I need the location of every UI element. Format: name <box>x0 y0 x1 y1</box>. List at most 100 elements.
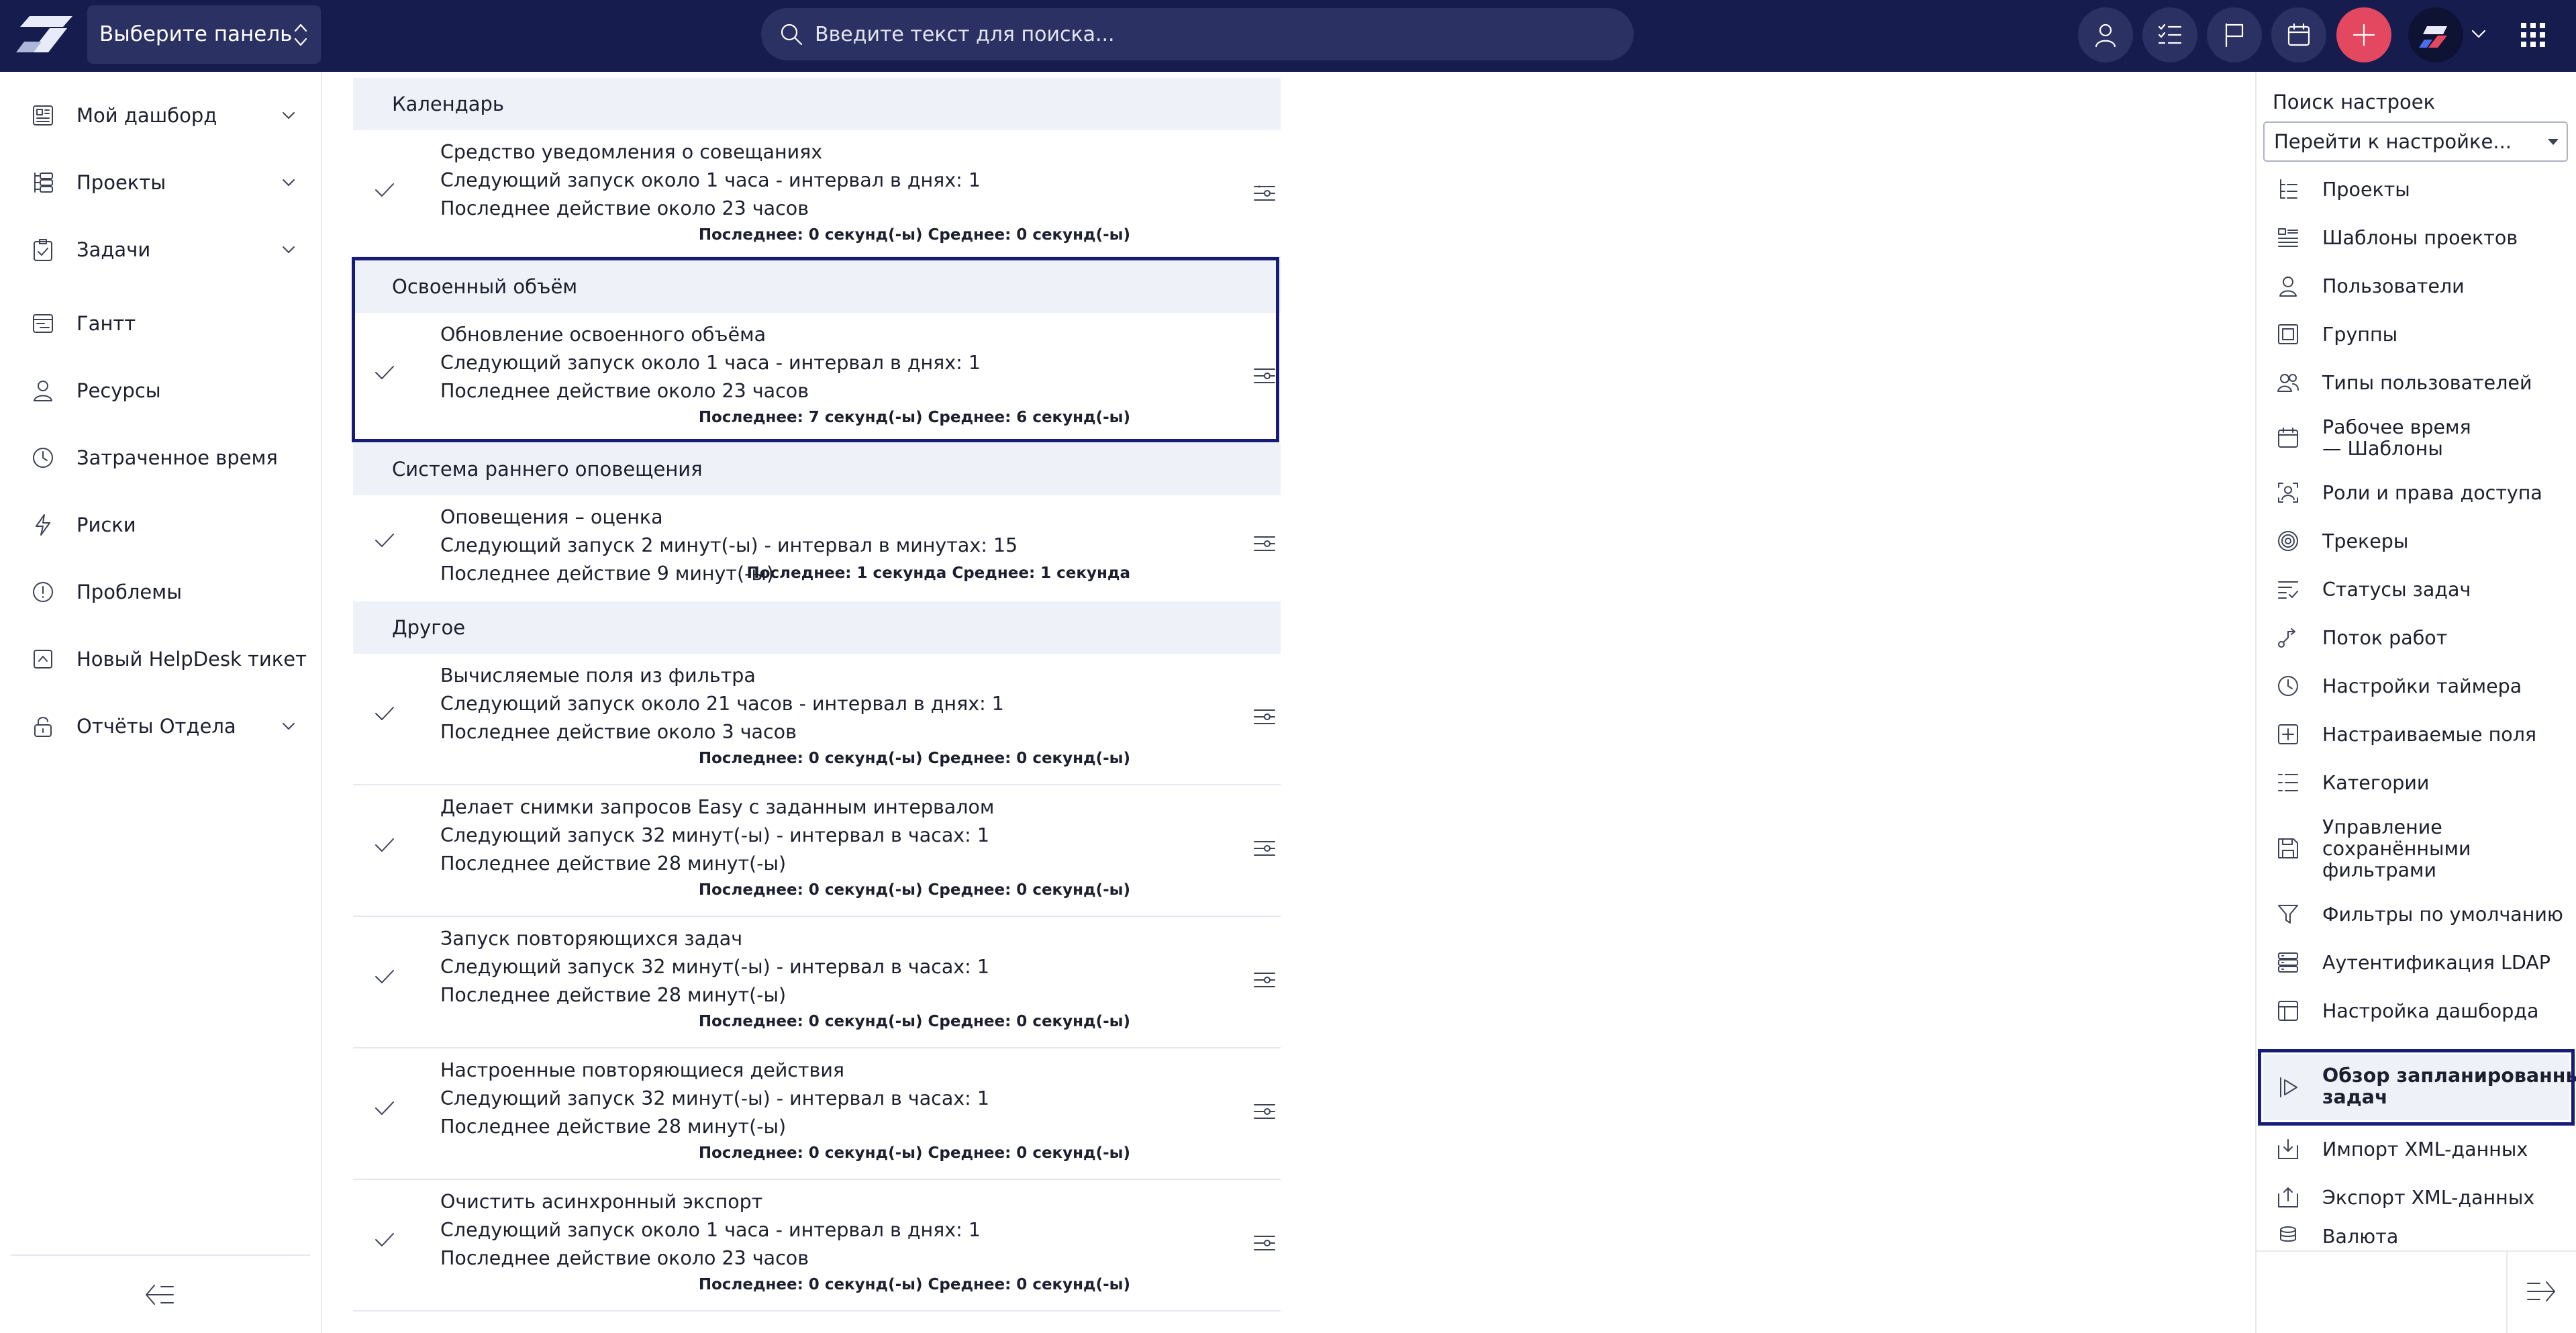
settings-item-ldap[interactable]: Аутентификация LDAP <box>2263 939 2569 987</box>
chevron-down-icon[interactable] <box>2470 27 2487 42</box>
section-title: Другое <box>392 616 466 639</box>
import-icon <box>2278 1139 2298 1159</box>
job-stats: Последнее: 0 секунд(-ы) Среднее: 0 секун… <box>698 1144 1130 1162</box>
top-bar: Выберите панель <box>0 0 2576 72</box>
settings-item-saved-filters[interactable]: Управление сохранёнными фильтрами <box>2263 807 2569 891</box>
settings-item-xml-export[interactable]: Экспорт XML-данных <box>2263 1174 2569 1222</box>
settings-sliders-icon[interactable] <box>1252 181 1277 205</box>
settings-sliders-icon[interactable] <box>1252 836 1277 860</box>
job-stats: Последнее: 0 секунд(-ы) Среднее: 0 секун… <box>698 1013 1130 1030</box>
job-row: Настроенные повторяющиеся действия Следу… <box>353 1048 1281 1180</box>
app-logo[interactable] <box>15 15 74 55</box>
settings-sliders-icon[interactable] <box>1252 705 1277 729</box>
collapse-sidebar-icon[interactable] <box>142 1280 177 1310</box>
settings-item-currency[interactable]: Валюта <box>2263 1222 2569 1250</box>
calendar-button[interactable] <box>2271 7 2326 62</box>
settings-sliders-icon[interactable] <box>1252 1231 1277 1255</box>
settings-item-label: Импорт XML-данных <box>2322 1138 2528 1161</box>
lock-icon <box>34 717 52 737</box>
job-next-run: Следующий запуск около 21 часов - интерв… <box>440 693 1004 715</box>
settings-item-groups[interactable]: Группы <box>2263 311 2569 359</box>
job-stats: Последнее: 0 секунд(-ы) Среднее: 0 секун… <box>698 1276 1130 1293</box>
settings-item-default-filters[interactable]: Фильтры по умолчанию <box>2263 891 2569 939</box>
user-button[interactable] <box>2078 7 2133 62</box>
settings-item-projects[interactable]: Проекты <box>2263 166 2569 214</box>
checklist-icon <box>2158 23 2182 44</box>
job-stats: Последнее: 0 секунд(-ы) Среднее: 0 секун… <box>698 881 1130 899</box>
filter-icon <box>2278 905 2298 924</box>
settings-item-dashboard-settings[interactable]: Настройка дашборда <box>2263 987 2569 1036</box>
target-icon <box>2278 531 2298 551</box>
create-button[interactable] <box>2336 7 2391 62</box>
check-icon <box>375 970 394 983</box>
settings-item-task-statuses[interactable]: Статусы задач <box>2263 566 2569 614</box>
section-header-calendar: Календарь <box>353 78 1281 130</box>
dashboard-layout-icon <box>2278 1001 2298 1021</box>
settings-item-label: Проекты <box>2322 179 2410 201</box>
settings-item-user-types[interactable]: Типы пользователей <box>2263 359 2569 407</box>
sidebar-item-department-reports[interactable]: Отчёты Отдела <box>0 696 321 756</box>
settings-search-title: Поиск настроек <box>2273 91 2436 113</box>
settings-item-label: Категории <box>2322 772 2430 794</box>
sidebar-item-risks[interactable]: Риски <box>0 495 321 555</box>
job-row: Оповещения – оценка Следующий запуск 2 м… <box>353 495 1281 603</box>
tasks-button[interactable] <box>2142 7 2197 62</box>
collapse-panel-icon[interactable] <box>2524 1277 2559 1306</box>
sidebar-item-dashboard[interactable]: Мой дашборд <box>0 85 321 146</box>
job-last-run: Последнее действие около 23 часов <box>440 197 809 219</box>
job-stats: Последнее: 0 секунд(-ы) Среднее: 0 секун… <box>698 750 1130 767</box>
job-name: Очистить асинхронный экспорт <box>440 1191 763 1213</box>
settings-sliders-icon[interactable] <box>1252 1099 1277 1124</box>
settings-item-label: Шаблоны проектов <box>2322 227 2518 249</box>
sidebar-item-projects[interactable]: Проекты <box>0 152 321 213</box>
global-search[interactable] <box>761 8 1634 60</box>
sidebar-item-problems[interactable]: Проблемы <box>0 562 321 622</box>
search-input[interactable] <box>815 8 1607 60</box>
settings-item-label-line2: сохранёнными <box>2322 838 2471 860</box>
settings-item-roles[interactable]: Роли и права доступа <box>2263 469 2569 517</box>
workflow-icon <box>2278 628 2295 648</box>
settings-item-work-time-templates[interactable]: Рабочее время — Шаблоны <box>2263 407 2569 469</box>
settings-item-label: Рабочее время <box>2322 416 2471 438</box>
dropdown-caret-icon <box>2548 139 2559 145</box>
job-name: Средство уведомления о совещаниях <box>440 141 823 163</box>
chevron-down-icon[interactable] <box>281 107 297 124</box>
job-next-run: Следующий запуск около 1 часа - интервал… <box>440 169 981 191</box>
chevron-down-icon[interactable] <box>281 175 297 191</box>
dashboard-select[interactable]: Выберите панель <box>87 5 321 64</box>
updown-chevron-icon <box>294 23 307 46</box>
projects-tree-icon <box>2280 179 2297 199</box>
settings-item-users[interactable]: Пользователи <box>2263 262 2569 311</box>
templates-icon <box>2278 228 2298 247</box>
settings-item-trackers[interactable]: Трекеры <box>2263 517 2569 566</box>
chevron-down-icon[interactable] <box>281 718 297 734</box>
sidebar-item-helpdesk[interactable]: Новый HelpDesk тикет <box>0 629 321 689</box>
settings-item-custom-fields[interactable]: Настраиваемые поля <box>2263 711 2569 759</box>
job-row: Вычисляемые поля из фильтра Следующий за… <box>353 654 1281 785</box>
sidebar-item-label: Гантт <box>77 312 136 335</box>
lightning-icon <box>36 514 50 536</box>
sidebar-item-label: Мой дашборд <box>77 104 217 127</box>
settings-item-xml-import[interactable]: Импорт XML-данных <box>2263 1126 2569 1174</box>
settings-sliders-icon[interactable] <box>1252 532 1277 556</box>
section-header-early-warning: Система раннего оповещения <box>353 443 1281 495</box>
user-icon <box>34 381 52 401</box>
settings-item-workflow[interactable]: Поток работ <box>2263 614 2569 662</box>
job-last-run: Последнее действие 28 минут(-ы) <box>440 852 787 875</box>
highlight-frame <box>352 257 1279 442</box>
avatar[interactable] <box>2408 7 2463 62</box>
check-icon <box>375 707 394 720</box>
apps-grid-icon[interactable] <box>2518 20 2548 50</box>
settings-item-project-templates[interactable]: Шаблоны проектов <box>2263 214 2569 262</box>
flag-button[interactable] <box>2207 7 2262 62</box>
sidebar-item-gantt[interactable]: Гантт <box>0 293 321 354</box>
sidebar-item-time-spent[interactable]: Затраченное время <box>0 428 321 488</box>
settings-item-label: Настройка дашборда <box>2322 1000 2539 1022</box>
settings-sliders-icon[interactable] <box>1252 968 1277 992</box>
sidebar-item-tasks[interactable]: Задачи <box>0 219 321 280</box>
settings-item-categories[interactable]: Категории <box>2263 759 2569 807</box>
chevron-down-icon[interactable] <box>281 242 297 258</box>
settings-jump-select[interactable]: Перейти к настройке... <box>2263 121 2568 162</box>
settings-item-timer-settings[interactable]: Настройки таймера <box>2263 662 2569 711</box>
sidebar-item-resources[interactable]: Ресурсы <box>0 360 321 421</box>
